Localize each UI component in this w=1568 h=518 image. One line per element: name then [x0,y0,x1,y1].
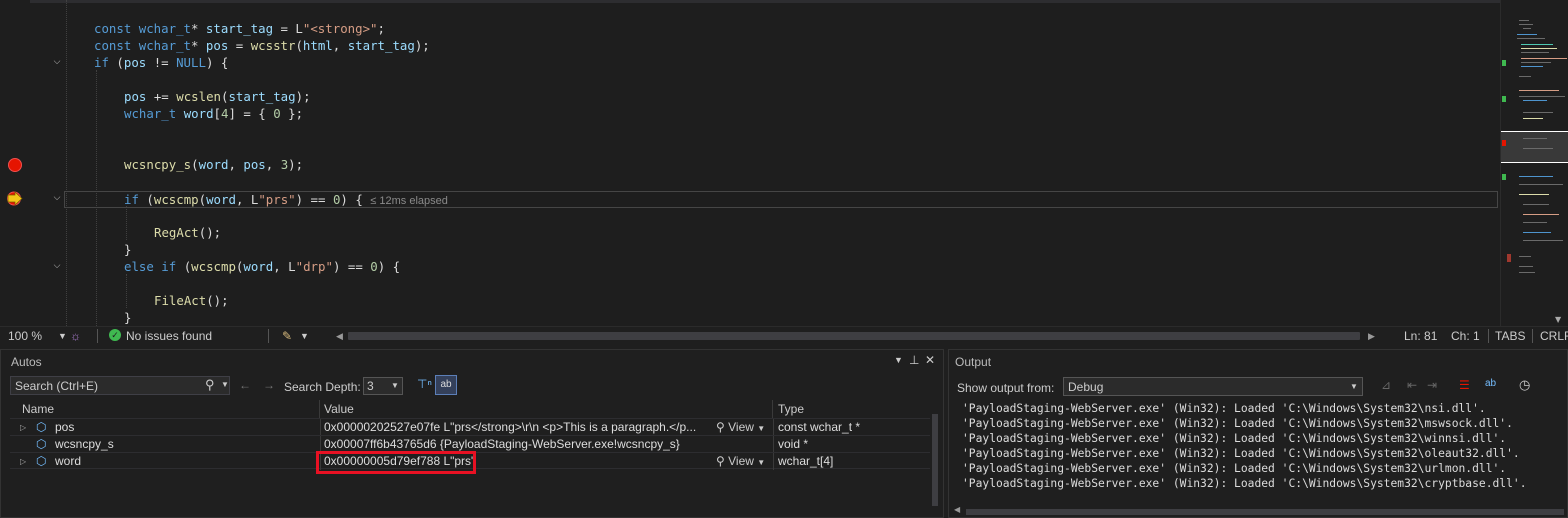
variable-name: wcsncpy_s [55,437,114,451]
clear-all-icon[interactable]: ☰ [1459,378,1470,392]
breakpoint-icon[interactable] [8,158,22,172]
copilot-icon[interactable]: ☼ [70,329,81,343]
output-line[interactable]: 'PayloadStaging-WebServer.exe' (Win32): … [962,476,1527,491]
code-line[interactable]: } [124,309,131,326]
scroll-down-icon[interactable]: ▼ [1555,316,1565,324]
variable-name: pos [55,420,75,434]
divider [1488,329,1489,343]
code-minimap[interactable]: ▼ [1500,0,1568,326]
divider [268,329,269,343]
forward-arrow-icon[interactable]: → [263,378,275,392]
show-output-label: Show output from: [957,381,1055,395]
variable-type: const wchar_t * [778,420,861,434]
output-line[interactable]: 'PayloadStaging-WebServer.exe' (Win32): … [962,401,1486,416]
expand-icon[interactable]: ▷ [20,453,26,470]
fold-chevron-icon[interactable]: ⌵ [52,57,62,67]
fold-chevron-icon[interactable]: ⌵ [52,261,62,271]
code-line[interactable]: } [124,241,131,258]
output-line[interactable]: 'PayloadStaging-WebServer.exe' (Win32): … [962,446,1520,461]
variable-icon: ⬡ [36,454,47,468]
next-message-icon[interactable]: ⇥ [1427,378,1437,392]
table-row[interactable]: ▷ ⬡ pos 0x00000202527e07fe L"prs</strong… [10,418,930,436]
window-menu-icon[interactable]: ▼ [894,355,903,365]
perf-tip-elapsed[interactable]: ≤ 12ms elapsed [370,195,448,207]
divider [1532,329,1533,343]
output-line[interactable]: 'PayloadStaging-WebServer.exe' (Win32): … [962,416,1513,431]
autos-window: Autos ▼ ⊥ ✕ Search (Ctrl+E) ⚲ ▼ ← → Search… [0,349,944,518]
divider [97,329,98,343]
view-hex-icon[interactable]: ⊤ⁿ [417,377,432,391]
search-depth-label: Search Depth: [284,380,361,394]
search-depth-select[interactable]: 3 ▼ [363,377,403,395]
highlight-annotation [316,451,476,474]
autos-search-input[interactable]: Search (Ctrl+E) ⚲ ▼ [10,376,230,395]
find-message-icon[interactable]: ⊿ [1381,378,1391,392]
search-icon[interactable]: ⚲ [205,377,215,393]
variable-name: word [55,454,82,468]
autos-title: Autos [11,355,42,369]
char-number[interactable]: Ch: 1 [1451,329,1480,343]
column-header-value[interactable]: Value [320,400,773,418]
code-line[interactable]: const wchar_t* start_tag = L"<strong>"; [94,20,385,37]
indent-guide [126,206,127,240]
expand-icon[interactable]: ▷ [20,419,26,436]
code-line[interactable]: FileAct(); [154,292,229,309]
scroll-left-icon[interactable]: ◀ [336,331,343,342]
brush-icon[interactable]: ✎ [282,329,292,343]
output-horizontal-scrollbar[interactable]: ◀ [952,505,1566,516]
code-editor[interactable]: ⌵ ⌵ ⌵ const wchar_t* start_tag = L"<stro… [0,0,1568,326]
timestamp-icon[interactable]: ◷ [1519,377,1530,393]
previous-message-icon[interactable]: ⇤ [1407,378,1417,392]
search-dropdown-icon[interactable]: ▼ [221,380,229,389]
code-line[interactable]: wchar_t word[4] = { 0 }; [124,105,303,122]
check-icon: ✓ [109,329,121,341]
output-line[interactable]: 'PayloadStaging-WebServer.exe' (Win32): … [962,461,1506,476]
pin-icon[interactable]: ⊥ [909,353,919,367]
output-line[interactable]: 'PayloadStaging-WebServer.exe' (Win32): … [962,431,1506,446]
variable-type: void * [778,437,809,451]
horizontal-scrollbar[interactable] [348,332,1360,340]
minimap-viewport[interactable] [1501,131,1568,163]
chevron-down-icon: ▼ [1350,382,1358,391]
chevron-down-icon: ▼ [391,381,399,390]
expression-format-icon[interactable]: ab [435,375,457,395]
close-icon[interactable]: ✕ [925,353,935,367]
back-arrow-icon[interactable]: ← [239,378,251,392]
issues-status[interactable]: No issues found [126,329,212,343]
zoom-level[interactable]: 100 % [8,329,42,343]
variable-icon: ⬡ [36,437,47,451]
indent-mode[interactable]: TABS [1495,329,1525,343]
code-line[interactable]: else if (wcscmp(word, L"drp") == 0) { [124,258,400,275]
code-line[interactable]: pos += wcslen(start_tag); [124,88,311,105]
autos-vertical-scrollbar[interactable] [930,402,940,516]
word-wrap-icon[interactable]: ab [1485,378,1496,389]
line-number[interactable]: Ln: 81 [1404,329,1437,343]
line-ending[interactable]: CRLF [1540,329,1568,343]
code-line[interactable]: const wchar_t* pos = wcsstr(html, start_… [94,37,430,54]
code-line[interactable]: RegAct(); [154,224,221,241]
output-source-select[interactable]: Debug ▼ [1063,377,1363,396]
indent-guide [126,274,127,308]
instruction-pointer-icon [7,191,23,206]
visualizer-button[interactable]: ⚲ View ▼ [716,420,765,434]
code-line[interactable]: wcsncpy_s(word, pos, 3); [124,156,303,173]
code-line[interactable]: if (pos != NULL) { [94,54,228,71]
editor-top-border [0,0,1500,3]
variable-type: wchar_t[4] [778,454,834,468]
visualizer-button[interactable]: ⚲ View ▼ [716,454,765,468]
code-line[interactable]: if (wcscmp(word, L"prs") == 0) { ≤ 12ms … [124,191,448,208]
zoom-dropdown-icon[interactable]: ▼ [58,331,67,341]
table-row[interactable]: ⬡ wcsncpy_s 0x00007ff6b43765d6 {PayloadS… [10,435,930,453]
fold-chevron-icon[interactable]: ⌵ [52,193,62,203]
scroll-right-icon[interactable]: ▶ [1368,331,1375,342]
column-header-type[interactable]: Type [773,400,930,418]
variable-value[interactable]: 0x00000202527e07fe L"prs</strong>\r\n <p… [324,419,712,436]
column-header-name[interactable]: Name [10,400,320,418]
editor-status-bar: 100 % ▼ ☼ ✓ No issues found ✎ ▼ ◀ ▶ Ln: … [0,326,1568,345]
variable-icon: ⬡ [36,420,47,434]
output-title: Output [955,355,992,369]
indent-guide [66,0,67,326]
brush-dropdown-icon[interactable]: ▼ [300,331,309,341]
